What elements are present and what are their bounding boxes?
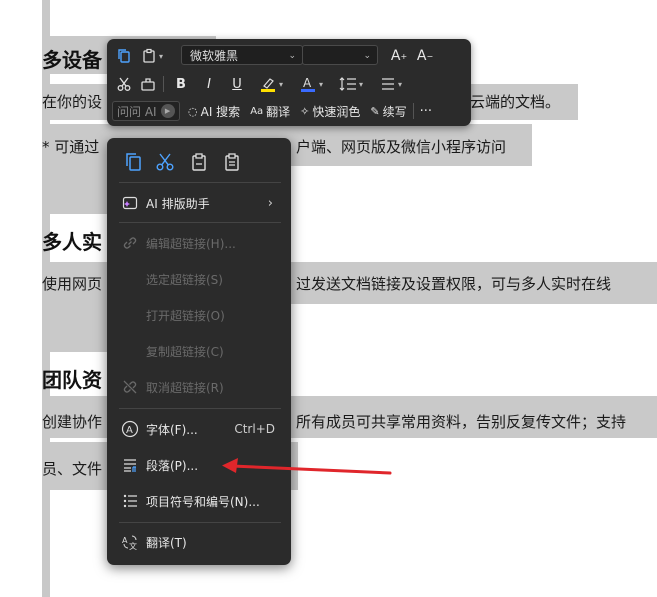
chevron-down-icon: ▾ xyxy=(318,79,323,89)
chevron-down-icon: ⌄ xyxy=(363,51,371,61)
increase-font-size-icon[interactable]: A + xyxy=(389,45,409,67)
font-name-select[interactable]: 微软雅黑 ⌄ xyxy=(181,45,303,65)
decrease-font-size-icon[interactable]: A − xyxy=(415,45,435,67)
chevron-down-icon: ▾ xyxy=(158,51,163,61)
menu-item-label: AI 排版助手 xyxy=(146,196,210,211)
menu-item-label: 编辑超链接(H)... xyxy=(146,236,236,251)
menu-item-label: 选定超链接(S) xyxy=(146,272,223,287)
body-text: * 可通过 xyxy=(42,138,100,156)
menu-item-open-hyperlink[interactable]: 打开超链接(O) xyxy=(107,301,291,329)
copy-icon[interactable] xyxy=(123,152,143,176)
menu-item-remove-hyperlink[interactable]: 取消超链接(R) xyxy=(107,373,291,401)
svg-text:A: A xyxy=(122,536,128,545)
underline-button[interactable]: U xyxy=(226,73,248,95)
pen-icon: ✎ xyxy=(370,104,380,118)
menu-item-label: 段落(P)... xyxy=(146,458,199,473)
menu-divider xyxy=(119,522,281,523)
body-text: 创建协作 xyxy=(42,413,103,431)
menu-item-translate[interactable]: A文 翻译(T) xyxy=(107,528,291,556)
heading-team: 团队资 xyxy=(42,368,102,392)
menu-item-shortcut: Ctrl+D xyxy=(234,422,275,436)
body-text: 过发送文档链接及设置权限，可与多人实时在线 xyxy=(296,275,612,293)
ask-ai-placeholder: 问问 AI xyxy=(117,104,157,119)
paste-icon[interactable] xyxy=(189,152,209,176)
ask-ai-input[interactable]: 问问 AI ▶ xyxy=(112,101,180,121)
menu-item-copy-hyperlink[interactable]: 复制超链接(C) xyxy=(107,337,291,365)
italic-button[interactable]: I xyxy=(198,73,220,95)
floating-format-toolbar: ▾ 微软雅黑 ⌄ ⌄ A + A − B I U ▾ A ▾ ▾ ▾ 问问 AI… xyxy=(107,39,471,126)
body-text: 使用网页 xyxy=(42,275,103,293)
quick-polish-button[interactable]: ✧ 快速润色 xyxy=(300,100,360,122)
annotation-arrow xyxy=(222,458,392,475)
svg-text:文: 文 xyxy=(129,541,137,550)
menu-divider xyxy=(119,408,281,409)
chevron-down-icon: ⌄ xyxy=(288,51,296,61)
menu-item-label: 取消超链接(R) xyxy=(146,380,224,395)
menu-item-font[interactable]: A 字体(F)... Ctrl+D xyxy=(107,415,291,443)
ai-search-label: AI 搜索 xyxy=(200,104,241,119)
continue-writing-label: 续写 xyxy=(382,104,407,119)
cut-icon[interactable] xyxy=(115,73,133,95)
svg-text:A: A xyxy=(303,76,312,90)
heading-multi-device: 多设备 xyxy=(42,48,102,72)
toolbar-divider xyxy=(412,103,414,119)
body-text: 户端、网页版及微信小程序访问 xyxy=(296,138,507,156)
send-icon[interactable]: ▶ xyxy=(160,104,175,118)
bold-button[interactable]: B xyxy=(170,73,192,95)
format-painter-icon[interactable] xyxy=(139,73,157,95)
translate-icon: A文 xyxy=(121,533,139,551)
more-options-icon[interactable]: ··· xyxy=(420,100,432,122)
selection-margin-bar xyxy=(42,0,50,597)
menu-divider xyxy=(119,182,281,183)
font-name-value: 微软雅黑 xyxy=(190,49,239,63)
chevron-down-icon: ▾ xyxy=(397,79,402,89)
chevron-down-icon: ▾ xyxy=(358,79,363,89)
heading-multi-user: 多人实 xyxy=(42,230,102,254)
ai-search-button[interactable]: ◌ AI 搜索 xyxy=(188,100,240,122)
menu-item-ai-layout[interactable]: AI 排版助手 › xyxy=(107,189,291,217)
paste-text-only-icon[interactable] xyxy=(222,152,242,176)
paste-icon[interactable]: ▾ xyxy=(139,45,165,67)
copy-format-icon[interactable] xyxy=(115,45,133,67)
continue-writing-button[interactable]: ✎ 续写 xyxy=(370,100,406,122)
body-text: 在你的设 xyxy=(42,93,103,111)
cut-icon[interactable] xyxy=(155,152,175,176)
menu-item-label: 项目符号和编号(N)... xyxy=(146,494,260,509)
chevron-right-icon: › xyxy=(267,195,273,211)
translate-icon: Aa xyxy=(250,105,264,117)
svg-text:A: A xyxy=(126,425,133,436)
menu-item-label: 复制超链接(C) xyxy=(146,344,224,359)
ai-layout-icon xyxy=(121,194,139,212)
menu-item-edit-hyperlink[interactable]: 编辑超链接(H)... xyxy=(107,229,291,257)
menu-item-bullets-numbering[interactable]: 项目符号和编号(N)... xyxy=(107,487,291,515)
body-text: 员、文件 xyxy=(42,460,103,478)
body-text: 所有成员可共享常用资料，告别反复传文件；支持 xyxy=(296,413,627,431)
bullet-list-icon xyxy=(121,492,139,510)
ai-search-icon: ◌ xyxy=(188,104,198,118)
magic-wand-icon: ✧ xyxy=(300,104,310,118)
menu-item-label: 翻译(T) xyxy=(146,535,187,550)
quick-polish-label: 快速润色 xyxy=(312,104,361,119)
line-spacing-icon[interactable]: ▾ xyxy=(334,73,368,95)
toolbar-divider xyxy=(163,76,164,92)
translate-button[interactable]: Aa 翻译 xyxy=(250,100,290,122)
context-menu: AI 排版助手 › 编辑超链接(H)... 选定超链接(S) 打开超链接(O) … xyxy=(107,138,291,565)
font-icon: A xyxy=(121,420,139,438)
highlight-color-button[interactable]: ▾ xyxy=(254,73,288,95)
menu-item-label: 字体(F)... xyxy=(146,422,198,437)
font-size-select[interactable]: ⌄ xyxy=(302,45,378,65)
align-icon[interactable]: ▾ xyxy=(374,73,408,95)
body-text: 云端的文档。 xyxy=(470,93,561,111)
paragraph-icon xyxy=(121,456,139,474)
menu-item-label: 打开超链接(O) xyxy=(146,308,225,323)
font-color-button[interactable]: A ▾ xyxy=(294,73,328,95)
menu-item-select-hyperlink[interactable]: 选定超链接(S) xyxy=(107,265,291,293)
chevron-down-icon: ▾ xyxy=(278,79,283,89)
translate-label: 翻译 xyxy=(266,104,291,119)
link-icon xyxy=(121,234,139,252)
unlink-icon xyxy=(121,378,139,396)
menu-divider xyxy=(119,222,281,223)
